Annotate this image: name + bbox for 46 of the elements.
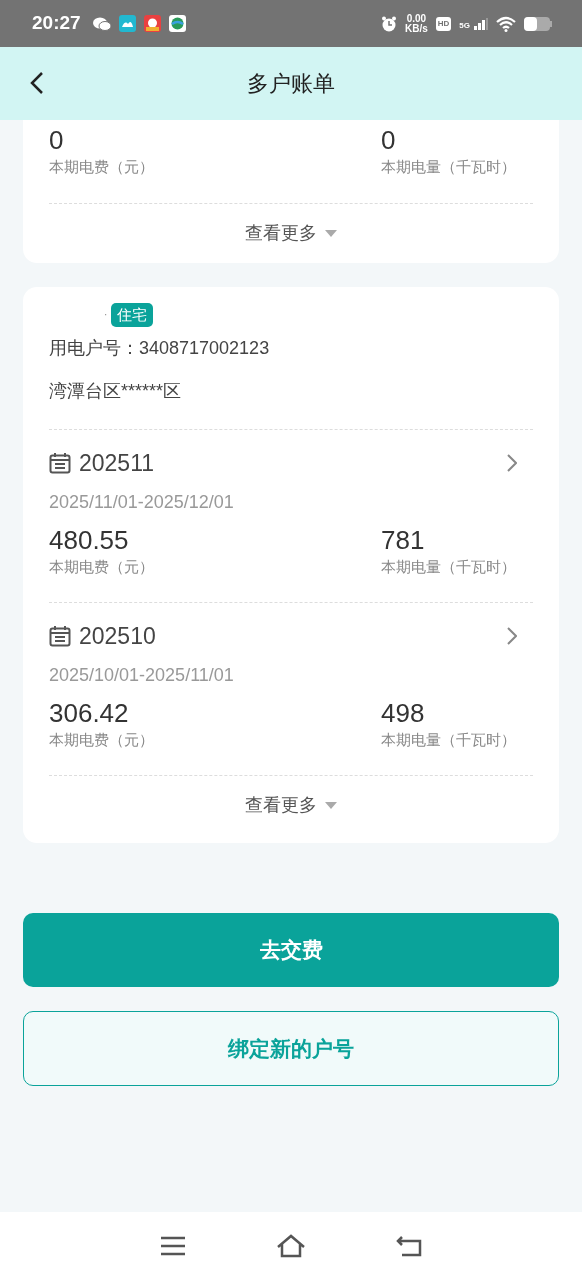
app-icon xyxy=(118,15,136,32)
account-area: 湾潭台区******区 xyxy=(49,378,533,405)
wifi-icon xyxy=(496,15,516,32)
more-button[interactable]: 查看更多 xyxy=(245,792,337,819)
page-title: 多户账单 xyxy=(247,70,335,98)
app-icon xyxy=(168,15,186,32)
stat-label: 本期电费（元） xyxy=(49,157,155,177)
alarm-icon xyxy=(380,15,397,32)
account-number: 用电户号：3408717002123 xyxy=(49,337,271,360)
account-type-tag: 住宅 xyxy=(111,302,154,327)
app-icon xyxy=(143,15,161,32)
back-icon[interactable] xyxy=(396,1235,422,1257)
status-time: 20:27 xyxy=(32,11,81,36)
caret-icon xyxy=(325,802,337,809)
chevron-right-icon[interactable] xyxy=(507,627,517,646)
stat-value: 498 xyxy=(381,696,426,729)
calendar-icon xyxy=(49,452,71,475)
more-button[interactable]: 查看更多 xyxy=(245,219,337,247)
home-icon[interactable] xyxy=(276,1234,306,1258)
account-name: · xyxy=(104,308,108,323)
back-icon[interactable] xyxy=(30,71,44,95)
stat-value: 0 xyxy=(381,124,397,156)
stat-label: 本期电费（元） xyxy=(49,729,155,750)
signal-icon xyxy=(474,17,488,30)
hd-indicator: HD xyxy=(435,16,452,31)
stat-label: 本期电量（千瓦时） xyxy=(381,157,516,177)
caret-icon xyxy=(325,229,337,237)
bill-period: 202510 xyxy=(79,622,156,651)
bill-date-range: 2025/10/01-2025/11/01 xyxy=(49,663,235,687)
stat-label: 本期电量（千瓦时） xyxy=(381,556,516,577)
menu-icon[interactable] xyxy=(160,1236,186,1256)
speed-unit: KB/s xyxy=(404,23,428,34)
calendar-icon xyxy=(49,625,71,648)
speed-value: 0.00 xyxy=(405,13,428,24)
network-type: 5G xyxy=(459,21,470,30)
stat-value: 0 xyxy=(49,124,65,156)
stat-label: 本期电费（元） xyxy=(49,556,155,577)
stat-value: 781 xyxy=(381,523,426,556)
stat-value: 480.55 xyxy=(49,523,130,556)
chevron-right-icon[interactable] xyxy=(507,454,517,473)
chat-icon xyxy=(92,16,111,31)
stat-label: 本期电量（千瓦时） xyxy=(381,729,516,750)
battery-icon xyxy=(524,16,552,31)
bill-date-range: 2025/11/01-2025/12/01 xyxy=(49,490,235,514)
stat-value: 306.42 xyxy=(49,696,130,729)
bill-period: 202511 xyxy=(79,449,155,478)
